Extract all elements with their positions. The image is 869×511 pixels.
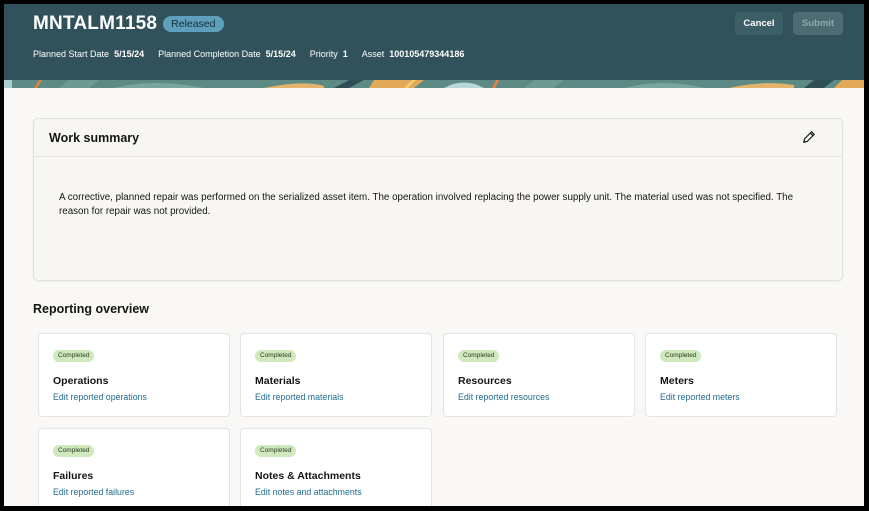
- edit-operations-link[interactable]: Edit reported operations: [53, 392, 147, 402]
- edit-notes-attachments-link[interactable]: Edit notes and attachments: [255, 487, 362, 497]
- tile-title: Failures: [53, 470, 94, 482]
- tile-materials: Completed Materials Edit reported materi…: [240, 333, 432, 417]
- status-badge: Released: [163, 16, 224, 32]
- completed-badge: Completed: [660, 350, 702, 362]
- tile-operations: Completed Operations Edit reported opera…: [38, 333, 230, 417]
- work-order-title: MNTALM1158: [33, 13, 158, 34]
- edit-resources-link[interactable]: Edit reported resources: [458, 392, 549, 402]
- meta-value: 100105479344186: [389, 49, 465, 59]
- work-summary-title: Work summary: [49, 130, 140, 145]
- meta-label: Asset: [361, 49, 385, 59]
- tile-title: Meters: [660, 375, 694, 387]
- page: MNTALM1158 Released Planned Start Date 5…: [4, 4, 864, 506]
- cancel-button[interactable]: Cancel: [735, 12, 783, 35]
- meta-label: Planned Start Date: [33, 49, 110, 59]
- submit-button[interactable]: Submit: [793, 12, 843, 35]
- decorative-banner: [4, 80, 864, 88]
- completed-badge: Completed: [53, 445, 95, 457]
- meta-planned-completion: Planned Completion Date 5/15/24: [158, 49, 296, 59]
- meta-planned-start: Planned Start Date 5/15/24: [33, 49, 144, 59]
- work-summary-text: A corrective, planned repair was perform…: [59, 192, 794, 217]
- meta-value: 5/15/24: [265, 49, 296, 59]
- work-summary-card: Work summary A corrective, planned repai…: [33, 118, 843, 281]
- page-header: MNTALM1158 Released Planned Start Date 5…: [4, 4, 864, 88]
- edit-materials-link[interactable]: Edit reported materials: [255, 392, 344, 402]
- edit-meters-link[interactable]: Edit reported meters: [660, 392, 740, 402]
- meta-label: Priority: [309, 49, 338, 59]
- tile-title: Resources: [458, 375, 512, 387]
- meta-value: 1: [342, 49, 348, 59]
- meta-priority: Priority 1: [310, 49, 348, 59]
- tile-failures: Completed Failures Edit reported failure…: [38, 428, 230, 506]
- work-order-meta: Planned Start Date 5/15/24 Planned Compl…: [33, 49, 464, 59]
- title-row: MNTALM1158 Released: [33, 13, 224, 35]
- work-summary-header: Work summary: [34, 119, 842, 157]
- tile-meters: Completed Meters Edit reported meters: [645, 333, 837, 417]
- meta-label: Planned Completion Date: [158, 49, 261, 59]
- edit-failures-link[interactable]: Edit reported failures: [53, 487, 134, 497]
- completed-badge: Completed: [53, 350, 95, 362]
- tile-title: Operations: [53, 375, 109, 387]
- completed-badge: Completed: [255, 445, 297, 457]
- tile-notes-attachments: Completed Notes & Attachments Edit notes…: [240, 428, 432, 506]
- pencil-icon[interactable]: [802, 130, 816, 144]
- tile-title: Materials: [255, 375, 301, 387]
- meta-asset: Asset 100105479344186: [362, 49, 465, 59]
- tile-resources: Completed Resources Edit reported resour…: [443, 333, 635, 417]
- meta-value: 5/15/24: [114, 49, 145, 59]
- completed-badge: Completed: [255, 350, 297, 362]
- completed-badge: Completed: [458, 350, 500, 362]
- tile-title: Notes & Attachments: [255, 470, 361, 482]
- reporting-overview-title: Reporting overview: [33, 302, 149, 316]
